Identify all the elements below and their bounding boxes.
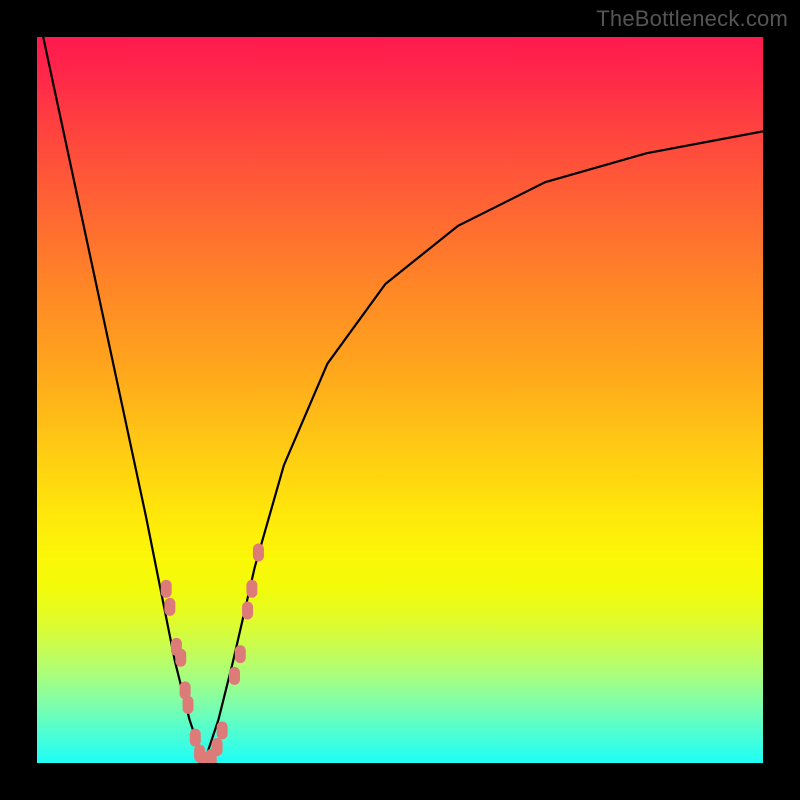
data-marker [212, 738, 223, 756]
data-marker [161, 580, 172, 598]
chart-svg [37, 37, 763, 763]
data-marker [253, 543, 264, 561]
watermark-text: TheBottleneck.com [596, 6, 788, 32]
curve-path [37, 37, 763, 763]
data-marker [175, 649, 186, 667]
data-marker [235, 645, 246, 663]
data-marker [242, 602, 253, 620]
data-marker [190, 729, 201, 747]
bottleneck-curve-line [37, 37, 763, 763]
data-marker [164, 598, 175, 616]
data-marker [246, 580, 257, 598]
chart-frame: TheBottleneck.com [0, 0, 800, 800]
data-marker [229, 667, 240, 685]
data-marker [217, 721, 228, 739]
data-marker [183, 696, 194, 714]
plot-area [37, 37, 763, 763]
data-markers [161, 543, 264, 763]
